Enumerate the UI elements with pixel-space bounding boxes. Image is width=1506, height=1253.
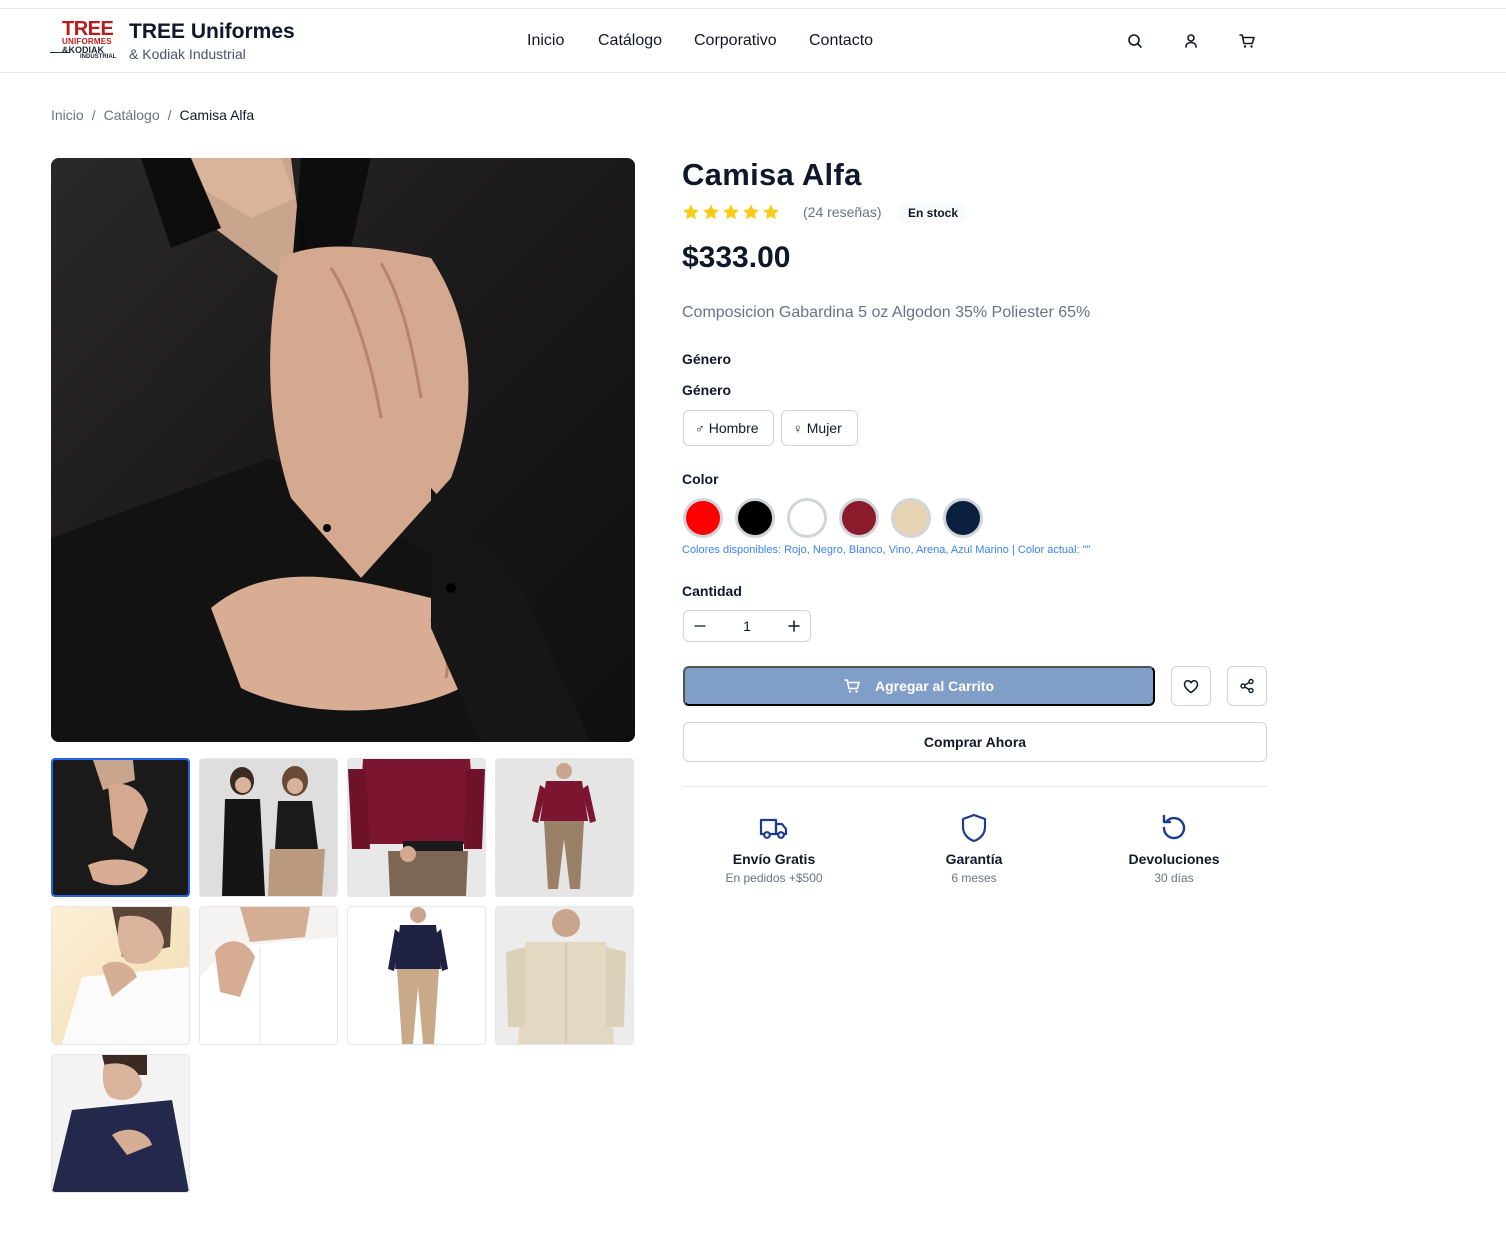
cart-icon[interactable] xyxy=(1237,31,1257,51)
product-title: Camisa Alfa xyxy=(682,157,862,192)
star-icon xyxy=(703,204,719,220)
share-button[interactable] xyxy=(1227,666,1267,706)
share-icon xyxy=(1240,678,1254,694)
wishlist-button[interactable] xyxy=(1171,666,1211,706)
breadcrumb-inicio[interactable]: Inicio xyxy=(51,107,84,123)
feature-title: Devoluciones xyxy=(1128,851,1220,867)
thumbnail-beige-shirt[interactable] xyxy=(495,906,634,1045)
feature-free-shipping: Envío Gratis En pedidos +$500 xyxy=(684,812,864,886)
nav-contacto[interactable]: Contacto xyxy=(809,31,873,51)
add-to-cart-label: Agregar al Carrito xyxy=(874,678,995,694)
star-icon xyxy=(683,204,699,220)
breadcrumb-current: Camisa Alfa xyxy=(179,107,255,123)
cart-icon xyxy=(844,679,860,693)
quantity-stepper: 1 xyxy=(683,610,811,642)
gender-option-mujer[interactable]: ♀ Mujer xyxy=(781,410,858,446)
colors-available-note: Colores disponibles: Rojo, Negro, Blanco… xyxy=(682,544,1091,556)
gender-option-label: Mujer xyxy=(806,420,842,436)
star-icon xyxy=(763,204,779,220)
color-label: Color xyxy=(682,471,719,487)
shield-icon xyxy=(884,812,1064,844)
brand-subtitle: & Kodiak Industrial xyxy=(129,46,246,62)
main-product-image[interactable] xyxy=(51,158,635,742)
feature-title: Envío Gratis xyxy=(732,851,816,867)
thumbnail-navy-shirt-full[interactable] xyxy=(347,906,486,1045)
logo-line-tree: TREE xyxy=(62,18,114,40)
gender-option-hombre[interactable]: ♂ Hombre xyxy=(683,410,774,446)
feature-subtitle: En pedidos +$500 xyxy=(725,871,823,885)
male-icon: ♂ xyxy=(695,420,705,436)
thumbnail-wine-shirt-torso[interactable] xyxy=(347,758,486,897)
product-description: Composicion Gabardina 5 oz Algodon 35% P… xyxy=(682,304,1091,321)
thumbnail-white-shirt-closeup[interactable] xyxy=(199,906,338,1045)
nav-inicio[interactable]: Inicio xyxy=(527,31,564,51)
thumbnail-white-shirt-portrait[interactable] xyxy=(51,906,190,1045)
brand-logo[interactable]: TREE UNIFORMES &KODIAK INDUSTRIAL xyxy=(50,19,120,63)
product-price: $333.00 xyxy=(682,241,791,274)
gender-heading: Género xyxy=(682,351,732,367)
feature-title: Garantía xyxy=(945,851,1003,867)
add-to-cart-button[interactable]: Agregar al Carrito xyxy=(683,666,1155,706)
color-swatch-blanco[interactable] xyxy=(787,498,827,538)
thumbnail-wine-shirt-full[interactable] xyxy=(495,758,634,897)
search-icon[interactable] xyxy=(1125,31,1145,51)
nav-corporativo[interactable]: Corporativo xyxy=(694,31,777,51)
feature-returns: Devoluciones 30 días xyxy=(1084,812,1264,886)
brand-title[interactable]: TREE Uniformes xyxy=(129,20,295,44)
heart-icon xyxy=(1183,679,1199,693)
review-count[interactable]: (24 reseñas) xyxy=(803,204,882,220)
feature-warranty: Garantía 6 meses xyxy=(884,812,1064,886)
truck-icon xyxy=(684,812,864,844)
breadcrumb-catalogo[interactable]: Catálogo xyxy=(104,107,160,123)
feature-subtitle: 30 días xyxy=(1154,871,1194,885)
user-icon[interactable] xyxy=(1181,31,1201,51)
thumbnail-navy-shirt-portrait[interactable] xyxy=(51,1054,190,1193)
plus-icon[interactable] xyxy=(778,611,810,641)
minus-icon[interactable] xyxy=(684,611,716,641)
star-icon xyxy=(723,204,739,220)
buy-now-button[interactable]: Comprar Ahora xyxy=(683,722,1267,762)
quantity-label: Cantidad xyxy=(682,583,742,599)
female-icon: ♀ xyxy=(793,420,803,436)
thumbnail-black-shirt-closeup[interactable] xyxy=(51,758,190,897)
site-header: TREE UNIFORMES &KODIAK INDUSTRIAL TREE U… xyxy=(0,9,1506,73)
thumbnail-two-women-black-shirts[interactable] xyxy=(199,758,338,897)
feature-subtitle: 6 meses xyxy=(951,871,997,885)
gender-option-label: Hombre xyxy=(708,420,759,436)
breadcrumb-separator: / xyxy=(91,107,96,123)
color-swatch-arena[interactable] xyxy=(891,498,931,538)
quantity-value[interactable]: 1 xyxy=(716,618,778,634)
logo-line-industrial: INDUSTRIAL xyxy=(80,54,117,60)
return-icon xyxy=(1084,812,1264,844)
color-swatch-vino[interactable] xyxy=(839,498,879,538)
color-swatch-rojo[interactable] xyxy=(683,498,723,538)
breadcrumb: Inicio / Catálogo / Camisa Alfa xyxy=(51,106,254,124)
section-divider xyxy=(683,786,1267,787)
color-swatch-azul-marino[interactable] xyxy=(943,498,983,538)
star-icon xyxy=(743,204,759,220)
nav-catalogo[interactable]: Catálogo xyxy=(598,31,662,51)
gender-label: Género xyxy=(682,382,732,398)
color-swatch-negro[interactable] xyxy=(735,498,775,538)
rating-stars xyxy=(682,202,780,222)
stock-badge: En stock xyxy=(898,203,969,223)
breadcrumb-separator: / xyxy=(167,107,172,123)
